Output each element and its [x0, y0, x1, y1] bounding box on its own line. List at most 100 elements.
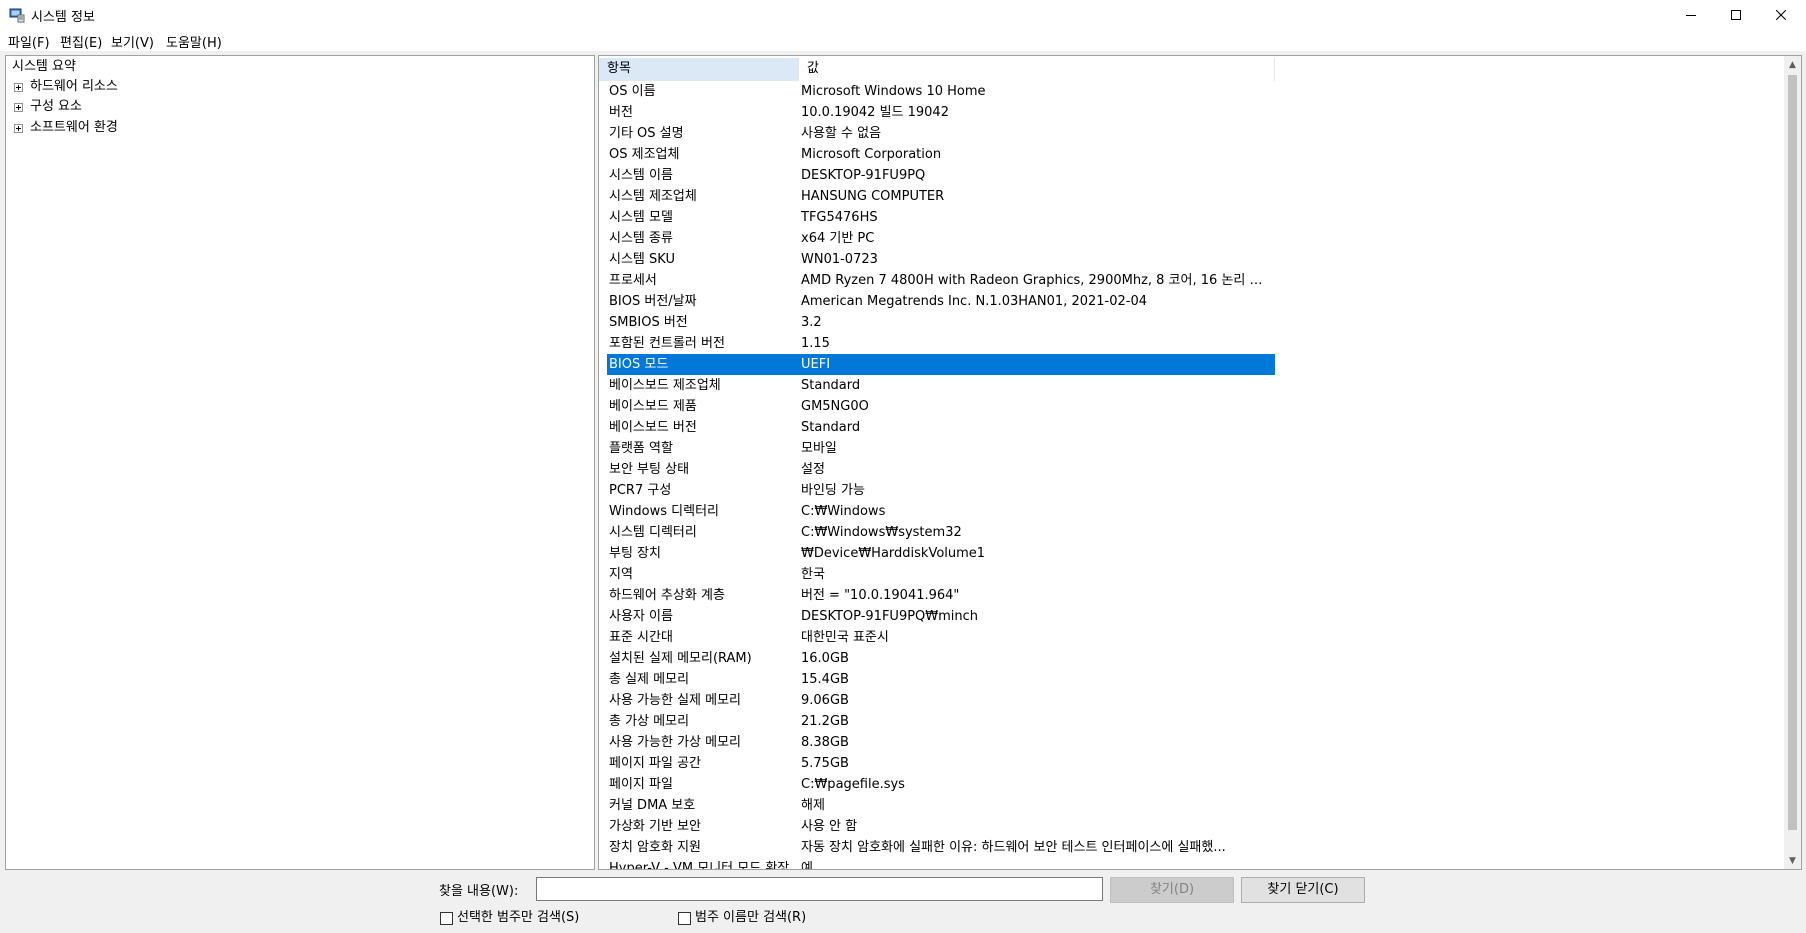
list-row[interactable]: BIOS 버전/날짜 American Megatrends Inc. N.1.0…: [607, 291, 1275, 312]
value-cell: 대한민국 표준시: [801, 630, 889, 645]
list-row[interactable]: 지역 한국: [607, 564, 1275, 585]
list-row[interactable]: OS 이름 Microsoft Windows 10 Home: [607, 81, 1275, 102]
checkbox-box[interactable]: [678, 912, 691, 925]
list-row[interactable]: 기타 OS 설명 사용할 수 없음: [607, 123, 1275, 144]
menu-file[interactable]: 파일(F): [8, 32, 50, 51]
value-cell: 바인딩 가능: [801, 483, 865, 498]
item-cell: 설치된 실제 메모리(RAM): [609, 651, 752, 666]
category-names-only-checkbox[interactable]: 범주 이름만 검색(R): [678, 909, 806, 927]
list-row[interactable]: 포함된 컨트롤러 버전 1.15: [607, 333, 1275, 354]
close-find-button[interactable]: 찾기 닫기(C): [1241, 877, 1365, 903]
menu-view[interactable]: 보기(V): [111, 32, 154, 51]
vertical-scrollbar[interactable]: ▲ ▼: [1784, 56, 1801, 869]
item-cell: 시스템 모델: [609, 210, 673, 225]
tree-item-hardware-resources[interactable]: 하드웨어 리소스: [30, 77, 118, 97]
list-row[interactable]: 표준 시간대 대한민국 표준시: [607, 627, 1275, 648]
value-cell: 5.75GB: [801, 756, 849, 771]
list-row[interactable]: 페이지 파일 공간 5.75GB: [607, 753, 1275, 774]
details-list[interactable]: 항목 값 OS 이름 Microsoft Windows 10 Home 버전 10.…: [598, 55, 1802, 870]
item-cell: 베이스보드 제품: [609, 399, 697, 414]
list-row[interactable]: 시스템 이름 DESKTOP-91FU9PQ: [607, 165, 1275, 186]
value-cell: Microsoft Windows 10 Home: [801, 84, 986, 99]
list-row[interactable]: 페이지 파일 C:₩pagefile.sys: [607, 774, 1275, 795]
list-row[interactable]: 커널 DMA 보호 해제: [607, 795, 1275, 816]
item-cell: 사용 가능한 가상 메모리: [609, 735, 741, 750]
list-row[interactable]: 총 가상 메모리 21.2GB: [607, 711, 1275, 732]
list-row[interactable]: 시스템 디렉터리 C:₩Windows₩system32: [607, 522, 1275, 543]
list-row[interactable]: 가상화 기반 보안 사용 안 함: [607, 816, 1275, 837]
tree-item-system-summary[interactable]: 시스템 요약: [12, 57, 76, 77]
item-cell: 플랫폼 역할: [609, 441, 673, 456]
item-cell: 총 가상 메모리: [609, 714, 690, 729]
list-row[interactable]: Hyper-V - VM 모니터 모드 확장 예: [607, 858, 1275, 870]
find-bar: 찾을 내용(W): 찾기(D) 찾기 닫기(C) 선택한 범주만 검색(S) 범…: [0, 872, 1806, 933]
list-row[interactable]: PCR7 구성 바인딩 가능: [607, 480, 1275, 501]
find-button[interactable]: 찾기(D): [1110, 877, 1234, 903]
item-cell: BIOS 버전/날짜: [609, 294, 697, 309]
expand-icon[interactable]: [14, 124, 23, 133]
list-row[interactable]: 베이스보드 제품 GM5NG0O: [607, 396, 1275, 417]
details-rows: OS 이름 Microsoft Windows 10 Home 버전 10.0.190…: [607, 81, 1275, 870]
scroll-up-icon[interactable]: ▲: [1784, 56, 1801, 73]
value-cell: 10.0.19042 빌드 19042: [801, 105, 949, 120]
item-cell: SMBIOS 버전: [609, 315, 688, 330]
menu-edit[interactable]: 편집(E): [60, 32, 102, 51]
list-row[interactable]: 하드웨어 추상화 계층 버전 = "10.0.19041.964": [607, 585, 1275, 606]
list-row[interactable]: 사용 가능한 가상 메모리 8.38GB: [607, 732, 1275, 753]
list-row[interactable]: 플랫폼 역할 모바일: [607, 438, 1275, 459]
list-row[interactable]: 부팅 장치 ₩Device₩HarddiskVolume1: [607, 543, 1275, 564]
checkbox-label: 선택한 범주만 검색(S): [457, 910, 580, 925]
list-row[interactable]: 시스템 모델 TFG5476HS: [607, 207, 1275, 228]
column-header-value[interactable]: 값: [799, 58, 1275, 81]
list-row[interactable]: 버전 10.0.19042 빌드 19042: [607, 102, 1275, 123]
list-row[interactable]: 프로세서 AMD Ryzen 7 4800H with Radeon Graphi…: [607, 270, 1275, 291]
list-row[interactable]: 사용 가능한 실제 메모리 9.06GB: [607, 690, 1275, 711]
list-row[interactable]: 설치된 실제 메모리(RAM) 16.0GB: [607, 648, 1275, 669]
category-tree[interactable]: 시스템 요약 하드웨어 리소스 구성 요소 소프트웨어 환경: [5, 55, 595, 870]
list-row[interactable]: 시스템 종류 x64 기반 PC: [607, 228, 1275, 249]
list-row[interactable]: BIOS 모드 UEFI: [607, 354, 1275, 375]
item-cell: Hyper-V - VM 모니터 모드 확장: [609, 861, 790, 870]
list-row[interactable]: 베이스보드 버전 Standard: [607, 417, 1275, 438]
value-cell: American Megatrends Inc. N.1.03HAN01, 20…: [801, 294, 1148, 309]
value-cell: AMD Ryzen 7 4800H with Radeon Graphics, …: [801, 273, 1271, 288]
scroll-down-icon[interactable]: ▼: [1784, 852, 1801, 869]
item-cell: 보안 부팅 상태: [609, 462, 690, 477]
tree-item-components[interactable]: 구성 요소: [30, 97, 82, 117]
maximize-icon: [1731, 9, 1741, 20]
column-header-item[interactable]: 항목: [599, 58, 799, 81]
menu-help[interactable]: 도움말(H): [166, 32, 222, 51]
value-cell: DESKTOP-91FU9PQ₩minch: [801, 609, 979, 624]
window-title: 시스템 정보: [31, 10, 95, 25]
list-row[interactable]: 시스템 SKU WN01-0723: [607, 249, 1275, 270]
list-row[interactable]: Windows 디렉터리 C:₩Windows: [607, 501, 1275, 522]
value-cell: 사용할 수 없음: [801, 126, 882, 141]
item-cell: OS 제조업체: [609, 147, 680, 162]
value-cell: 15.4GB: [801, 672, 849, 687]
value-cell: WN01-0723: [801, 252, 878, 267]
minimize-button[interactable]: [1669, 0, 1713, 29]
value-cell: HANSUNG COMPUTER: [801, 189, 945, 204]
list-row[interactable]: 시스템 제조업체 HANSUNG COMPUTER: [607, 186, 1275, 207]
list-row[interactable]: 사용자 이름 DESKTOP-91FU9PQ₩minch: [607, 606, 1275, 627]
item-cell: 시스템 디렉터리: [609, 525, 697, 540]
tree-item-software-environment[interactable]: 소프트웨어 환경: [30, 118, 118, 138]
close-button[interactable]: [1759, 0, 1803, 29]
list-row[interactable]: SMBIOS 버전 3.2: [607, 312, 1275, 333]
list-row[interactable]: 장치 암호화 지원 자동 장치 암호화에 실패한 이유: 하드웨어 보안 테스트 …: [607, 837, 1275, 858]
list-row[interactable]: OS 제조업체 Microsoft Corporation: [607, 144, 1275, 165]
selected-category-only-checkbox[interactable]: 선택한 범주만 검색(S): [440, 909, 579, 927]
list-row[interactable]: 보안 부팅 상태 설정: [607, 459, 1275, 480]
expand-icon[interactable]: [14, 103, 23, 112]
title-bar: 시스템 정보: [0, 0, 1806, 29]
maximize-button[interactable]: [1714, 0, 1758, 29]
item-cell: 커널 DMA 보호: [609, 798, 696, 813]
item-cell: 시스템 SKU: [609, 252, 675, 267]
list-row[interactable]: 베이스보드 제조업체 Standard: [607, 375, 1275, 396]
list-row[interactable]: 총 실제 메모리 15.4GB: [607, 669, 1275, 690]
scrollbar-thumb[interactable]: [1788, 75, 1797, 830]
checkbox-box[interactable]: [440, 912, 453, 925]
item-cell: Windows 디렉터리: [609, 504, 720, 519]
expand-icon[interactable]: [14, 83, 23, 92]
find-input[interactable]: [536, 877, 1103, 901]
